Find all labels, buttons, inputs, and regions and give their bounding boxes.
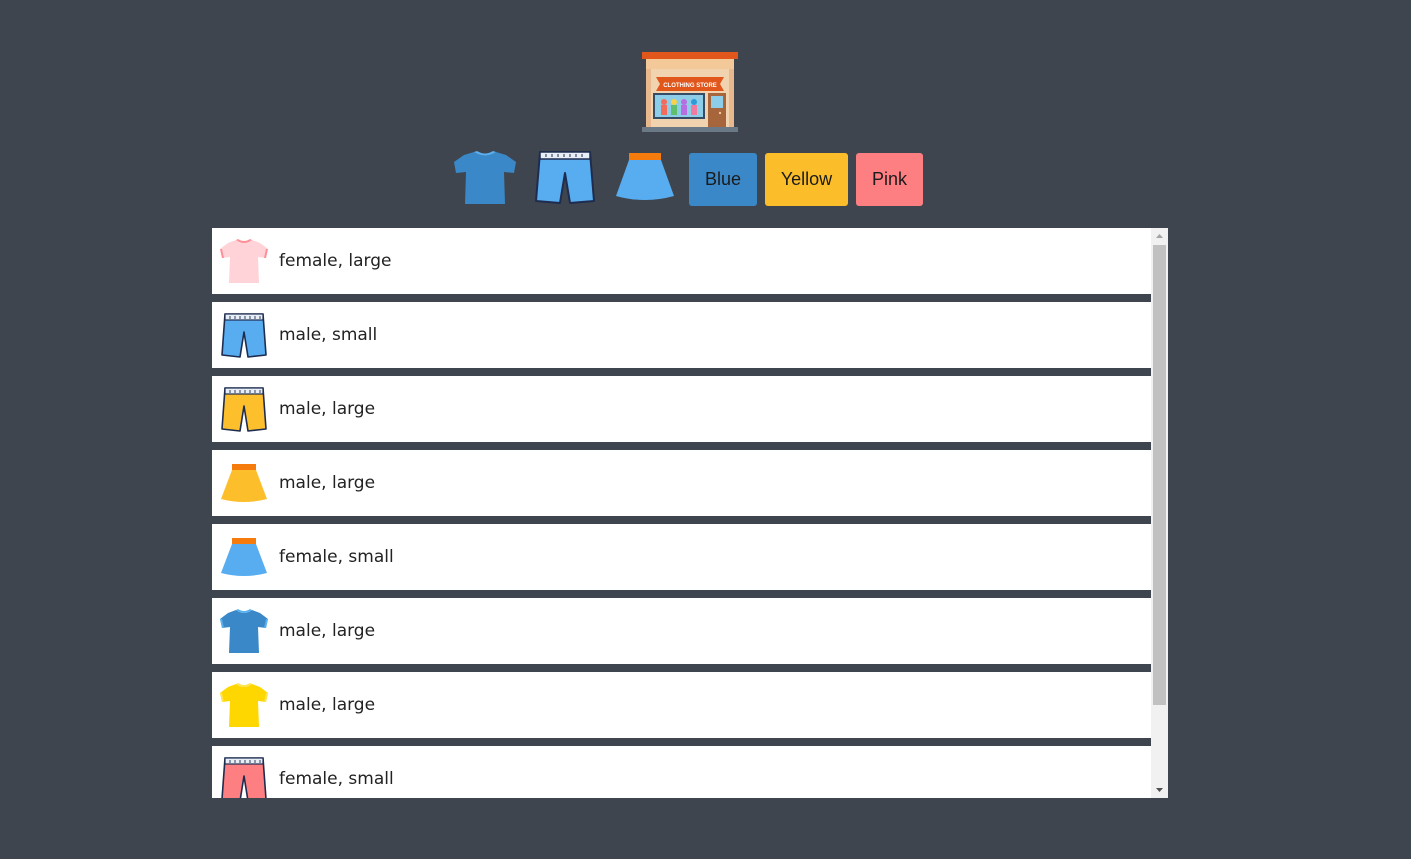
list-item[interactable]: female, small <box>212 524 1151 590</box>
scrollbar-thumb[interactable] <box>1153 245 1166 705</box>
list-item[interactable]: female, large <box>212 228 1151 294</box>
clothing-list[interactable]: female, large male, small male, large ma… <box>212 228 1168 798</box>
skirt-icon <box>221 538 267 576</box>
item-label: female, small <box>279 547 394 567</box>
item-label: female, large <box>279 251 392 271</box>
item-label: male, large <box>279 621 376 641</box>
scroll-down-arrow-icon[interactable] <box>1151 782 1168 798</box>
tshirt-icon <box>220 239 268 283</box>
item-label: male, large <box>279 399 376 419</box>
skirt-icon <box>221 464 267 502</box>
item-label: male, large <box>279 473 376 493</box>
list-scrollbar[interactable] <box>1151 228 1168 798</box>
item-label: male, small <box>279 325 378 345</box>
list-item[interactable]: male, large <box>212 450 1151 516</box>
yellow-filter-button[interactable]: Yellow <box>765 153 848 206</box>
shorts-filter-icon[interactable] <box>532 148 598 208</box>
tshirt-icon <box>220 609 268 653</box>
shorts-icon <box>221 757 267 798</box>
list-item[interactable]: male, large <box>212 376 1151 442</box>
store-sign-text: CLOTHING STORE <box>663 83 717 89</box>
pink-filter-button[interactable]: Pink <box>856 153 923 206</box>
clothing-store-logo: CLOTHING STORE <box>642 52 738 132</box>
list-item[interactable]: male, large <box>212 598 1151 664</box>
tshirt-filter-icon[interactable] <box>452 148 518 208</box>
shorts-icon <box>221 313 267 358</box>
list-item[interactable]: female, small <box>212 746 1151 798</box>
shorts-icon <box>221 387 267 432</box>
item-label: male, large <box>279 695 376 715</box>
list-item[interactable]: male, small <box>212 302 1151 368</box>
item-label: female, small <box>279 769 394 789</box>
skirt-filter-icon[interactable] <box>612 148 678 208</box>
list-item[interactable]: male, large <box>212 672 1151 738</box>
scroll-up-arrow-icon[interactable] <box>1151 228 1168 244</box>
tshirt-icon <box>220 683 268 727</box>
blue-filter-button[interactable]: Blue <box>689 153 757 206</box>
